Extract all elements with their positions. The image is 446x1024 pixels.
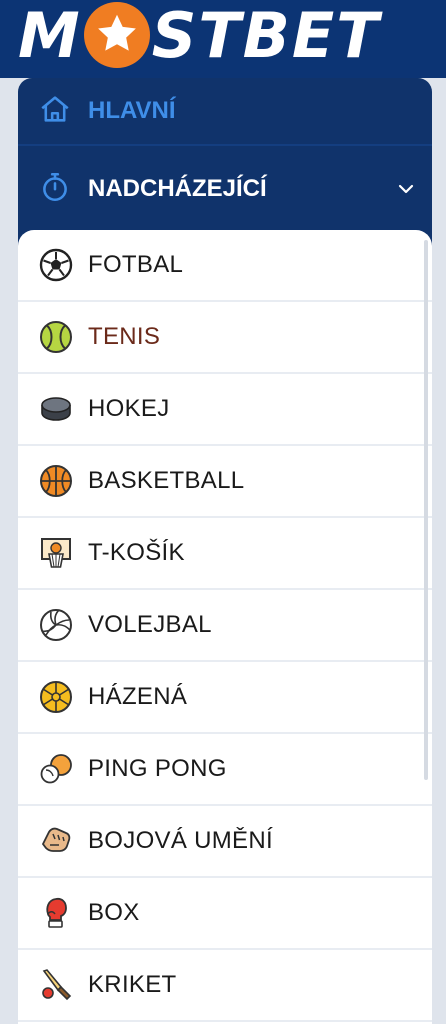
chevron-down-icon[interactable] <box>396 182 416 201</box>
sport-label: VOLEJBAL <box>88 611 212 638</box>
handball-icon <box>38 679 74 715</box>
basketball-hoop-icon <box>38 535 74 571</box>
sport-label: T-KOŠÍK <box>88 539 185 566</box>
stopwatch-icon <box>38 170 72 209</box>
cricket-bat-icon <box>38 967 74 1003</box>
sport-item-bojova-umeni[interactable]: BOJOVÁ UMĚNÍ <box>18 806 432 878</box>
sport-item-basketball[interactable]: BASKETBALL <box>18 446 432 518</box>
sport-item-tenis[interactable]: TENIS <box>18 302 432 374</box>
boxing-glove-icon <box>38 895 74 931</box>
nav-upcoming-label: NADCHÁZEJÍCÍ <box>88 175 267 202</box>
sport-item-box[interactable]: BOX <box>18 878 432 950</box>
header: M STBET <box>0 0 446 78</box>
sport-label: HOKEJ <box>88 395 170 422</box>
tennis-ball-icon <box>38 319 74 355</box>
sport-item-kriket[interactable]: KRIKET <box>18 950 432 1022</box>
home-icon <box>38 92 72 131</box>
nav-home-label: HLAVNÍ <box>88 97 176 124</box>
basketball-icon <box>38 463 74 499</box>
sport-label: KRIKET <box>88 971 177 998</box>
sports-list: FOTBAL TENIS HOKEJ BASKETBALL T-KOŠÍK VO… <box>18 230 432 1024</box>
sport-label: FOTBAL <box>88 251 184 278</box>
ping-pong-icon <box>38 751 74 787</box>
logo-text-left: M <box>18 0 82 72</box>
sport-item-volejbal[interactable]: VOLEJBAL <box>18 590 432 662</box>
sport-label: TENIS <box>88 323 161 350</box>
nav-item-home[interactable]: HLAVNÍ <box>18 78 432 146</box>
sport-label: BOX <box>88 899 140 926</box>
sport-label: HÁZENÁ <box>88 683 188 710</box>
scrollbar[interactable] <box>424 240 428 780</box>
sport-label: BOJOVÁ UMĚNÍ <box>88 827 273 854</box>
mostbet-logo[interactable]: M STBET <box>18 0 381 72</box>
star-icon <box>83 2 150 68</box>
sport-label: BASKETBALL <box>88 467 245 494</box>
volleyball-icon <box>38 607 74 643</box>
sport-item-t-kosik[interactable]: T-KOŠÍK <box>18 518 432 590</box>
soccer-ball-icon <box>38 247 74 283</box>
sport-item-hokej[interactable]: HOKEJ <box>18 374 432 446</box>
nav-item-upcoming[interactable]: NADCHÁZEJÍCÍ <box>18 148 432 230</box>
sport-item-fotbal[interactable]: FOTBAL <box>18 230 432 302</box>
sport-label: PING PONG <box>88 755 227 782</box>
logo-text-right: STBET <box>151 0 381 72</box>
hockey-puck-icon <box>38 391 74 427</box>
sport-item-ping-pong[interactable]: PING PONG <box>18 734 432 806</box>
sport-item-hazena[interactable]: HÁZENÁ <box>18 662 432 734</box>
martial-arts-fist-icon <box>38 823 74 859</box>
